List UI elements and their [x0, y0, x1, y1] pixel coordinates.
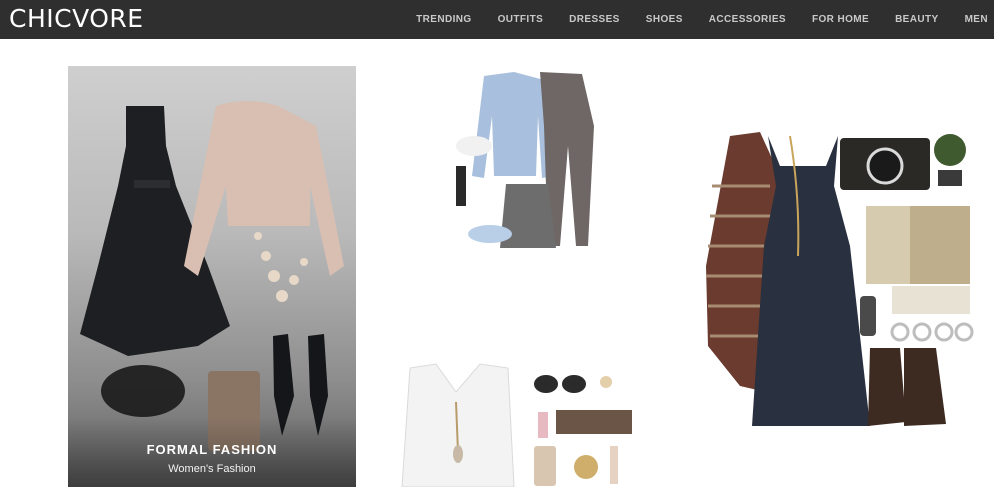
card-title[interactable]: FORMAL FASHION [68, 442, 356, 457]
top-navigation-bar: CHICVORE TRENDING OUTFITS DRESSES SHOES … [0, 0, 994, 39]
main-nav: TRENDING OUTFITS DRESSES SHOES ACCESSORI… [390, 0, 988, 39]
outfit-card-casual[interactable] [444, 66, 614, 256]
card-subtitle[interactable]: Women's Fashion [68, 463, 356, 475]
nav-for-home[interactable]: FOR HOME [812, 14, 869, 25]
summer-outfit-image [401, 363, 632, 487]
nav-beauty[interactable]: BEAUTY [895, 14, 939, 25]
outfit-card-formal[interactable]: FORMAL FASHION Women's Fashion [68, 66, 356, 487]
nav-outfits[interactable]: OUTFITS [498, 14, 544, 25]
site-logo[interactable]: CHICVORE [9, 4, 144, 34]
boho-outfit-image [706, 132, 974, 426]
outfit-card-summer[interactable] [396, 362, 636, 487]
nav-shoes[interactable]: SHOES [646, 14, 683, 25]
nav-men[interactable]: MEN [965, 14, 988, 25]
nav-trending[interactable]: TRENDING [416, 14, 471, 25]
nav-dresses[interactable]: DRESSES [569, 14, 620, 25]
nav-accessories[interactable]: ACCESSORIES [709, 14, 786, 25]
casual-outfit-image [456, 72, 594, 248]
outfit-card-boho[interactable] [700, 126, 976, 436]
